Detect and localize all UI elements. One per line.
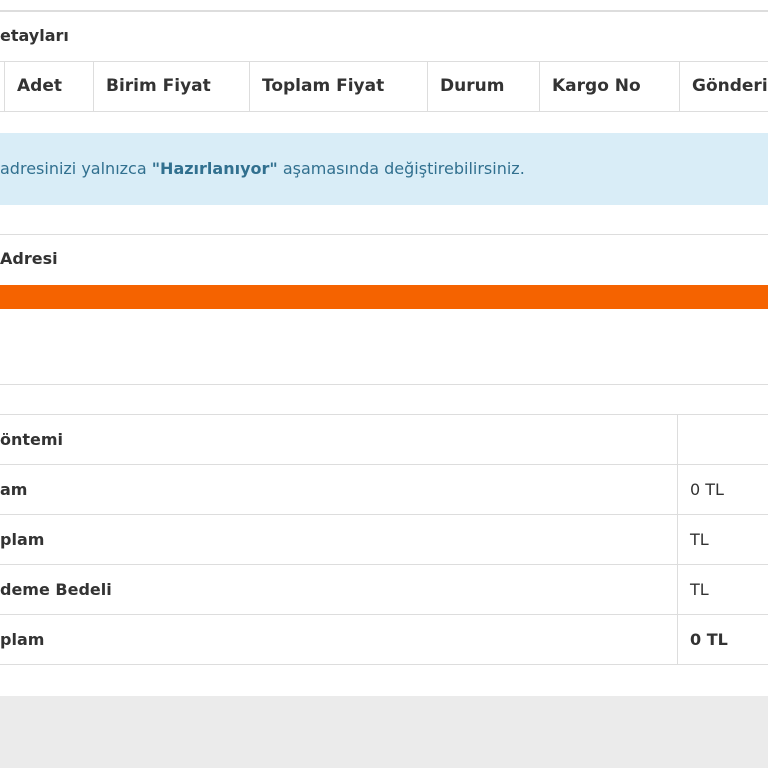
alert-text-prefix: adresinizi yalnızca [0,159,152,178]
column-header-kargo-no: Kargo No [539,62,679,111]
order-detail-page: etayları Adet Birim Fiyat Toplam Fiyat D… [0,0,768,696]
column-header-birim-fiyat: Birim Fiyat [93,62,249,111]
summary-value: 0 TL [690,480,724,499]
column-header-toplam-fiyat: Toplam Fiyat [249,62,427,111]
summary-label: am [0,465,678,514]
order-summary-table: öntemi am 0 TL plam TL deme Bedeli TL pl… [0,414,768,665]
summary-value: TL [690,530,709,549]
summary-value: TL [690,580,709,599]
summary-row-payment-fee: deme Bedeli TL [0,565,768,615]
summary-row-total: plam TL [0,515,768,565]
order-items-table-header: Adet Birim Fiyat Toplam Fiyat Durum Karg… [0,61,768,112]
summary-label: deme Bedeli [0,565,678,614]
column-header-gonderilen: Gönderile [679,62,768,111]
summary-value: 0 TL [690,630,728,649]
alert-status-highlight: "Hazırlanıyor" [151,159,278,178]
summary-row-grand-total: plam 0 TL [0,615,768,665]
summary-label: plam [0,615,678,664]
column-header-durum: Durum [427,62,539,111]
alert-text-suffix: aşamasında değiştirebilirsiniz. [277,159,525,178]
order-details-title: etayları [0,26,69,45]
address-change-info-alert: adresinizi yalnızca "Hazırlanıyor" aşama… [0,133,768,205]
top-divider [0,10,768,12]
address-accent-bar [0,285,768,309]
address-section-title: Adresi [0,249,58,268]
summary-section-divider [0,384,768,385]
summary-label: plam [0,515,678,564]
summary-row-payment-method: öntemi [0,415,768,465]
summary-row-subtotal: am 0 TL [0,465,768,515]
summary-label: öntemi [0,415,678,464]
address-section-divider [0,234,768,235]
column-header-adet: Adet [4,62,93,111]
